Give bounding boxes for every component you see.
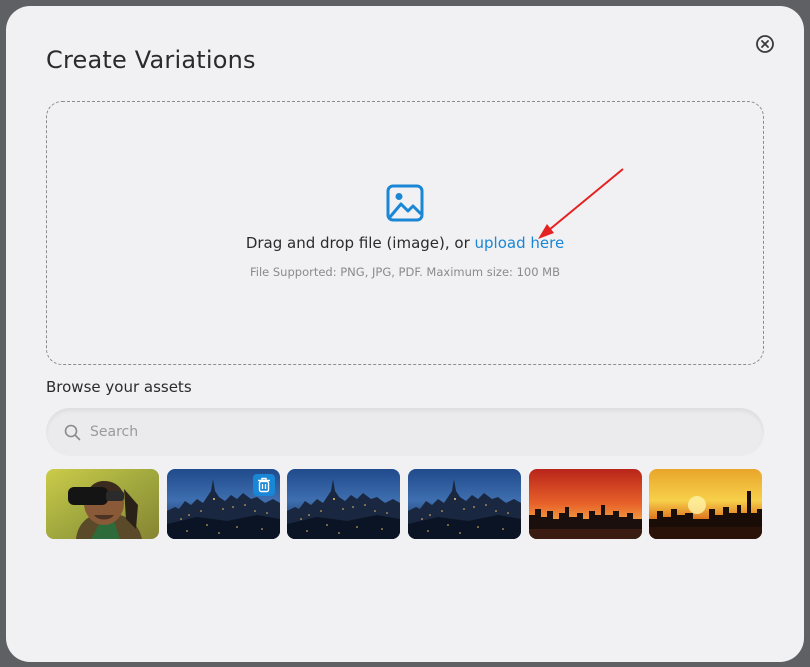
create-variations-modal: Create Variations Drag and drop file (im…	[6, 6, 804, 662]
asset-search[interactable]	[46, 408, 764, 456]
asset-thumbnail[interactable]	[167, 469, 280, 539]
file-dropzone[interactable]: Drag and drop file (image), or upload he…	[46, 101, 764, 365]
modal-title: Create Variations	[46, 46, 256, 74]
close-circle-icon	[756, 35, 774, 53]
browse-assets-heading: Browse your assets	[46, 378, 192, 396]
search-input[interactable]	[90, 408, 750, 456]
asset-thumbnail[interactable]	[408, 469, 521, 539]
dropzone-instructions: Drag and drop file (image), or upload he…	[47, 234, 763, 252]
close-button[interactable]	[755, 34, 775, 54]
supported-files-text: File Supported: PNG, JPG, PDF. Maximum s…	[249, 265, 560, 279]
trash-icon	[258, 477, 270, 493]
asset-thumbnail[interactable]	[287, 469, 400, 539]
sunset-skyline-image	[529, 469, 642, 539]
vr-headset-image	[46, 469, 159, 539]
image-icon	[386, 184, 424, 222]
asset-thumbnail[interactable]	[46, 469, 159, 539]
delete-asset-button[interactable]	[253, 474, 275, 496]
sunset-skyline-image	[649, 469, 762, 539]
asset-thumbnail[interactable]	[529, 469, 642, 539]
city-night-image	[408, 469, 521, 539]
dropzone-text: Drag and drop file (image), or	[245, 234, 475, 252]
search-icon	[64, 424, 81, 441]
city-night-image	[287, 469, 400, 539]
asset-thumbnail[interactable]	[649, 469, 762, 539]
upload-link[interactable]: upload here	[475, 234, 565, 252]
